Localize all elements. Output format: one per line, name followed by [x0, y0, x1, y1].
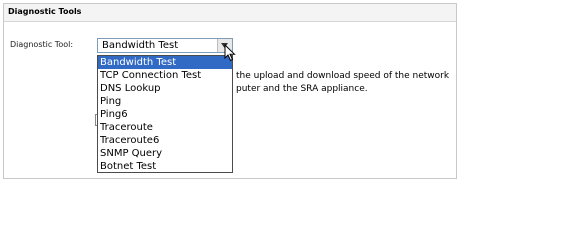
- option-traceroute[interactable]: Traceroute: [98, 121, 232, 134]
- description-line-1: the upload and download speed of the net…: [236, 71, 450, 81]
- diagnostic-tool-label: Diagnostic Tool:: [10, 40, 74, 49]
- option-ping[interactable]: Ping: [98, 95, 232, 108]
- option-tcp-connection-test[interactable]: TCP Connection Test: [98, 69, 232, 82]
- option-dns-lookup[interactable]: DNS Lookup: [98, 82, 232, 95]
- panel-title: Diagnostic Tools: [8, 7, 82, 16]
- diagnostic-tool-dropdown-list[interactable]: Bandwidth Test TCP Connection Test DNS L…: [97, 55, 233, 173]
- select-value: Bandwidth Test: [102, 40, 179, 51]
- option-traceroute6[interactable]: Traceroute6: [98, 134, 232, 147]
- option-ping6[interactable]: Ping6: [98, 108, 232, 121]
- mouse-pointer-icon: [224, 44, 236, 62]
- option-snmp-query[interactable]: SNMP Query: [98, 147, 232, 160]
- diagnostic-tool-select[interactable]: Bandwidth Test: [97, 38, 233, 53]
- panel-header: Diagnostic Tools: [4, 4, 456, 22]
- option-botnet-test[interactable]: Botnet Test: [98, 160, 232, 173]
- description-line-2: puter and the SRA appliance.: [236, 84, 368, 94]
- option-bandwidth-test[interactable]: Bandwidth Test: [98, 56, 232, 69]
